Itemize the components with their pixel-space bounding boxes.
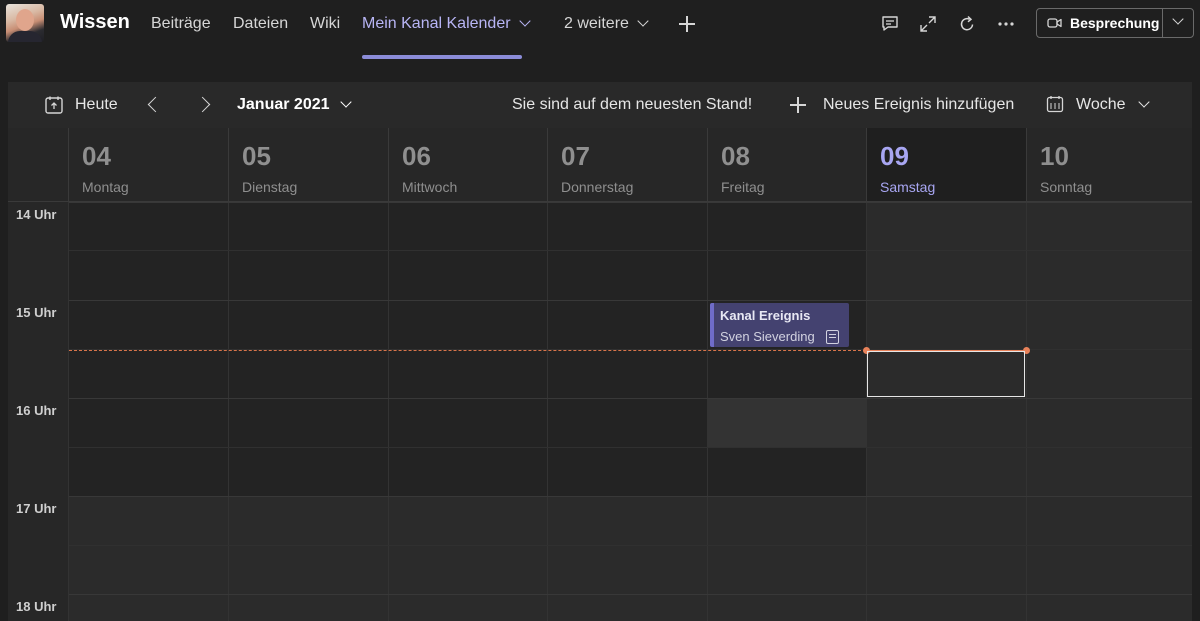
chevron-down-icon <box>339 96 352 108</box>
day-column[interactable] <box>229 202 389 621</box>
half-hour-line <box>69 250 1192 251</box>
time-label: 15 Uhr <box>16 305 57 320</box>
day-number: 06 <box>402 141 431 171</box>
channel-meeting-icon <box>826 330 839 344</box>
view-picker[interactable]: Woche <box>1076 96 1150 114</box>
hover-slot <box>708 399 866 447</box>
sync-status: Sie sind auf dem neuesten Stand! <box>512 96 753 113</box>
current-time-line <box>69 350 866 351</box>
day-header-tuesday[interactable]: 05 Dienstag <box>229 128 389 202</box>
hour-line <box>69 202 1192 203</box>
hour-line <box>69 496 1192 497</box>
day-header-thursday[interactable]: 07 Donnerstag <box>548 128 708 202</box>
day-name: Sonntag <box>1040 179 1093 195</box>
selected-time-slot[interactable] <box>867 351 1025 397</box>
month-picker[interactable]: Januar 2021 <box>237 96 352 114</box>
calendar-event[interactable]: Kanal Ereignis Sven Sieverding <box>710 303 849 347</box>
corner-cell <box>8 128 69 202</box>
day-header-monday[interactable]: 04 Montag <box>69 128 229 202</box>
top-bar: Wissen Beiträge Dateien Wiki Mein Kanal … <box>0 0 1200 60</box>
calendar-view-icon <box>1046 96 1064 113</box>
day-name: Freitag <box>721 179 765 195</box>
calendar-today-icon <box>45 96 63 114</box>
tab-label: Mein Kanal Kalender <box>362 15 511 32</box>
tab-beitraege[interactable]: Beiträge <box>151 15 211 33</box>
day-header-wednesday[interactable]: 06 Mittwoch <box>389 128 548 202</box>
day-number: 04 <box>82 141 111 171</box>
day-column[interactable] <box>69 202 229 621</box>
half-hour-line <box>69 447 1192 448</box>
tab-more[interactable]: 2 weitere <box>564 15 649 33</box>
more-options-icon[interactable] <box>996 14 1016 34</box>
meeting-button-label: Besprechung <box>1070 15 1160 31</box>
add-event-icon[interactable] <box>790 97 806 113</box>
chevron-down-icon[interactable] <box>1172 13 1184 25</box>
video-camera-icon <box>1047 18 1062 28</box>
day-column[interactable] <box>548 202 708 621</box>
active-tab-indicator <box>362 55 522 59</box>
meeting-button[interactable]: Besprechung <box>1036 8 1194 38</box>
tab-mein-kanal-kalender[interactable]: Mein Kanal Kalender <box>362 15 531 33</box>
time-label: 18 Uhr <box>16 599 57 614</box>
event-title: Kanal Ereignis <box>720 308 811 323</box>
chevron-down-icon <box>1137 96 1150 108</box>
time-label: 14 Uhr <box>16 207 57 222</box>
day-name: Dienstag <box>242 179 298 195</box>
team-avatar[interactable] <box>6 4 44 42</box>
day-column[interactable] <box>389 202 548 621</box>
time-label: 17 Uhr <box>16 501 57 516</box>
day-header-friday[interactable]: 08 Freitag <box>708 128 867 202</box>
team-name: Wissen <box>60 11 130 33</box>
time-label: 16 Uhr <box>16 403 57 418</box>
day-number: 05 <box>242 141 271 171</box>
hour-line <box>69 594 1192 595</box>
half-hour-line <box>69 545 1192 546</box>
day-name: Donnerstag <box>561 179 634 195</box>
expand-icon[interactable] <box>918 14 938 34</box>
tab-label: 2 weitere <box>564 15 629 32</box>
day-column[interactable] <box>867 202 1027 621</box>
add-tab-icon[interactable] <box>679 16 695 32</box>
today-button[interactable]: Heute <box>75 96 118 114</box>
refresh-icon[interactable] <box>957 14 977 34</box>
divider <box>1162 9 1163 37</box>
event-organizer: Sven Sieverding <box>720 329 815 344</box>
week-grid: 04 Montag 05 Dienstag 06 Mittwoch 07 Don… <box>8 128 1192 621</box>
calendar-toolbar: Heute Januar 2021 Sie sind auf dem neues… <box>8 82 1192 128</box>
view-label: Woche <box>1076 96 1126 113</box>
add-event-button[interactable]: Neues Ereignis hinzufügen <box>823 96 1014 114</box>
day-number: 10 <box>1040 141 1069 171</box>
conversation-icon[interactable] <box>880 14 900 34</box>
hour-line <box>69 398 1192 399</box>
hour-line <box>69 300 1192 301</box>
chevron-down-icon <box>637 15 649 27</box>
tab-wiki[interactable]: Wiki <box>310 15 340 33</box>
day-number: 08 <box>721 141 750 171</box>
day-column[interactable] <box>1027 202 1192 621</box>
day-number: 07 <box>561 141 590 171</box>
day-header-saturday[interactable]: 09 Samstag <box>867 128 1027 202</box>
next-week-icon[interactable] <box>194 96 211 113</box>
chevron-down-icon <box>518 15 531 27</box>
day-header-sunday[interactable]: 10 Sonntag <box>1027 128 1192 202</box>
day-number: 09 <box>880 141 909 171</box>
day-name: Mittwoch <box>402 179 458 195</box>
tab-dateien[interactable]: Dateien <box>233 15 288 33</box>
day-name: Samstag <box>880 179 936 195</box>
month-label: Januar 2021 <box>237 96 330 113</box>
previous-week-icon[interactable] <box>147 96 164 113</box>
day-name: Montag <box>82 179 129 195</box>
